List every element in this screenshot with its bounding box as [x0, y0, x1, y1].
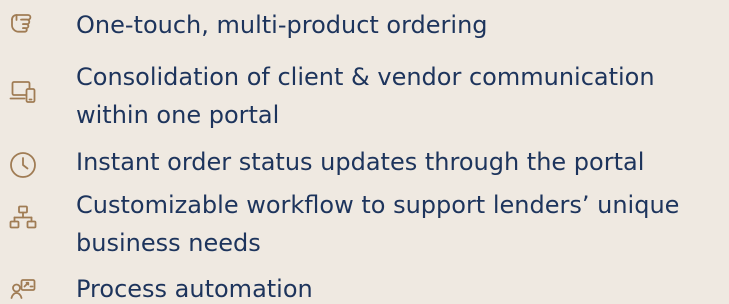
feature-text: One-touch, multi-product ordering: [76, 11, 488, 39]
feature-text: Customizable workflow to support lenders…: [76, 191, 680, 257]
clock-icon: [8, 150, 38, 180]
feature-text: Instant order status updates through the…: [76, 148, 645, 176]
feature-text: Consolidation of client & vendor communi…: [76, 63, 655, 129]
workflow-icon: [8, 203, 38, 233]
devices-icon: [8, 77, 38, 107]
feature-text: Process automation: [76, 275, 313, 303]
automation-icon: [8, 276, 38, 304]
pointing-hand-icon: [8, 8, 38, 38]
feature-list: One-touch, multi-product ordering Consol…: [0, 0, 729, 304]
